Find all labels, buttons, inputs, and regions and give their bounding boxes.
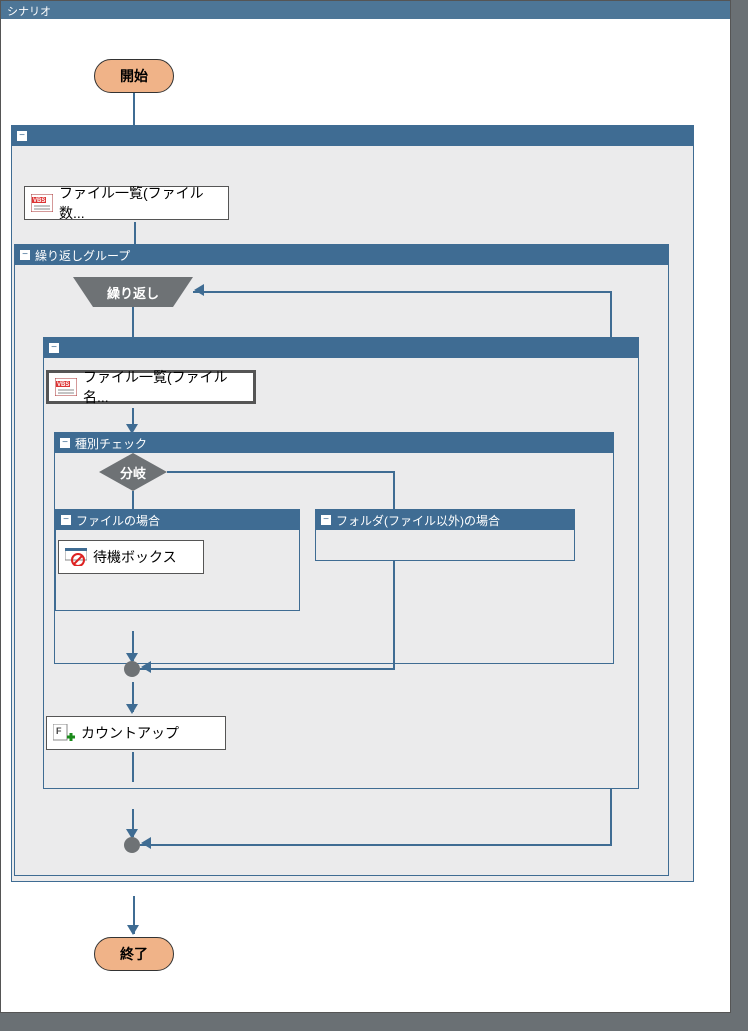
type-check-body: 分岐 −	[55, 453, 613, 663]
connector	[134, 222, 136, 244]
connector	[132, 752, 134, 782]
inner-group-header[interactable]: −	[44, 338, 638, 358]
arrowhead-icon	[194, 284, 204, 296]
outer-group-body: VBS ファイル一覧(ファイル数... − 繰り返しグループ	[12, 146, 693, 881]
file-count-label: ファイル一覧(ファイル数...	[59, 183, 222, 223]
file-case-group[interactable]: − ファイルの場合	[55, 509, 300, 611]
outer-group[interactable]: − VBS ファイル一覧(ファイル数... −	[11, 125, 694, 882]
repeat-group[interactable]: − 繰り返しグループ 繰り返し	[14, 244, 669, 876]
wait-step[interactable]: 待機ボックス	[58, 540, 204, 574]
branch-label: 分岐	[120, 463, 146, 482]
inner-group[interactable]: − VBS ファイル一覧(ファイル名...	[43, 337, 639, 789]
loop-node[interactable]: 繰り返し	[73, 277, 193, 307]
scenario-canvas: シナリオ 開始 − VBS ファイル一覧(ファイル数	[0, 0, 731, 1013]
file-case-header[interactable]: − ファイルの場合	[56, 510, 299, 530]
folder-case-body	[316, 530, 574, 560]
svg-text:F: F	[56, 726, 62, 736]
svg-text:VBS: VBS	[57, 382, 69, 388]
connector	[132, 307, 134, 337]
collapse-icon[interactable]: −	[59, 437, 71, 449]
vbs-icon: VBS	[31, 194, 53, 212]
collapse-icon[interactable]: −	[48, 342, 60, 354]
loop-label: 繰り返し	[107, 283, 159, 302]
arrowhead-icon	[126, 704, 138, 714]
merge-node	[124, 837, 140, 853]
vbs-icon: VBS	[55, 378, 77, 396]
arrowhead-icon	[141, 661, 151, 673]
collapse-icon[interactable]: −	[60, 514, 72, 526]
scenario-body: 開始 − VBS ファイル一覧(ファイル数...	[1, 19, 730, 1011]
repeat-group-header[interactable]: − 繰り返しグループ	[15, 245, 668, 265]
prohibit-icon	[65, 548, 87, 566]
connector	[132, 491, 134, 509]
merge-node	[124, 661, 140, 677]
connector	[167, 471, 395, 473]
connector	[393, 561, 395, 669]
connector	[393, 471, 395, 509]
type-check-title: 種別チェック	[75, 435, 147, 452]
page-root: シナリオ 開始 − VBS ファイル一覧(ファイル数	[0, 0, 748, 1031]
folder-case-title: フォルダ(ファイル以外)の場合	[336, 512, 500, 529]
type-check-header[interactable]: − 種別チェック	[55, 433, 613, 453]
collapse-icon[interactable]: −	[19, 249, 31, 261]
connector	[140, 668, 395, 670]
countup-step[interactable]: F カウントアップ	[46, 716, 226, 750]
arrowhead-icon	[141, 837, 151, 849]
connector	[193, 291, 612, 293]
start-node[interactable]: 開始	[94, 59, 174, 93]
file-case-body: 待機ボックス	[56, 530, 299, 610]
scenario-title: シナリオ	[7, 6, 51, 18]
end-node[interactable]: 終了	[94, 937, 174, 971]
folder-case-group[interactable]: − フォルダ(ファイル以外)の場合	[315, 509, 575, 561]
file-case-title: ファイルの場合	[76, 512, 160, 529]
end-label: 終了	[120, 944, 148, 964]
type-check-group[interactable]: − 種別チェック 分岐	[54, 432, 614, 664]
arrowhead-icon	[127, 925, 139, 935]
connector	[140, 844, 612, 846]
repeat-group-title: 繰り返しグループ	[35, 247, 130, 264]
collapse-icon[interactable]: −	[16, 130, 28, 142]
countup-label: カウントアップ	[81, 723, 179, 743]
wait-label: 待機ボックス	[93, 547, 177, 567]
repeat-group-body: 繰り返し −	[15, 265, 668, 875]
scenario-header: シナリオ	[1, 1, 730, 19]
start-label: 開始	[120, 66, 148, 86]
connector	[133, 93, 135, 125]
folder-case-header[interactable]: − フォルダ(ファイル以外)の場合	[316, 510, 574, 530]
fplus-icon: F	[53, 724, 75, 742]
outer-group-header[interactable]: −	[12, 126, 693, 146]
file-count-step[interactable]: VBS ファイル一覧(ファイル数...	[24, 186, 229, 220]
branch-node[interactable]: 分岐	[99, 453, 167, 491]
collapse-icon[interactable]: −	[320, 514, 332, 526]
file-name-label: ファイル一覧(ファイル名...	[83, 367, 247, 407]
inner-group-body: VBS ファイル一覧(ファイル名...	[44, 358, 638, 788]
file-name-step[interactable]: VBS ファイル一覧(ファイル名...	[46, 370, 256, 404]
svg-text:VBS: VBS	[33, 198, 45, 204]
